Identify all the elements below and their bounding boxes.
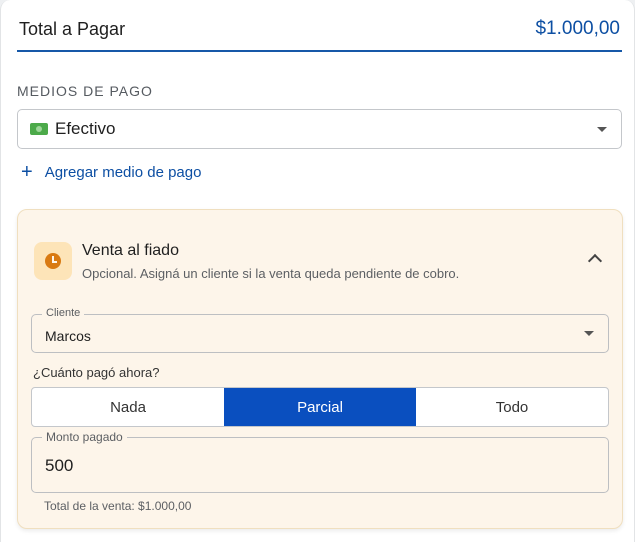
client-select[interactable]: Cliente Marcos — [31, 307, 609, 353]
fiado-subtitle: Opcional. Asigná un cliente si la venta … — [82, 266, 460, 281]
payment-methods-title: MEDIOS DE PAGO — [17, 83, 153, 99]
plus-icon: + — [21, 161, 33, 183]
clock-icon — [45, 253, 61, 269]
total-amount: $1.000,00 — [535, 18, 620, 39]
payment-question: ¿Cuánto pagó ahora? — [33, 365, 160, 380]
fiado-section: Venta al fiado Opcional. Asigná un clien… — [17, 209, 623, 529]
amount-paid-field[interactable]: Monto pagado 500 — [31, 430, 609, 493]
dropdown-arrow-icon — [597, 127, 607, 132]
toggle-option-nada[interactable]: Nada — [32, 388, 224, 426]
payment-amount-toggle: Nada Parcial Todo — [31, 387, 609, 427]
client-label: Cliente — [42, 307, 85, 319]
clock-icon-container — [34, 242, 72, 280]
add-payment-method-button[interactable]: + Agregar medio de pago — [21, 162, 201, 182]
sale-total-helper: Total de la venta: $1.000,00 — [44, 499, 192, 513]
money-bill-icon — [30, 123, 48, 135]
client-value: Marcos — [45, 328, 91, 344]
total-row: Total a Pagar $1.000,00 — [17, 14, 622, 52]
toggle-option-parcial[interactable]: Parcial — [224, 388, 416, 426]
toggle-option-todo[interactable]: Todo — [416, 388, 608, 426]
amount-paid-label: Monto pagado — [42, 430, 127, 444]
payment-card: Total a Pagar $1.000,00 MEDIOS DE PAGO E… — [0, 0, 635, 542]
fiado-title: Venta al fiado — [82, 242, 179, 259]
payment-method-value: Efectivo — [55, 119, 116, 138]
payment-method-select[interactable]: Efectivo — [17, 109, 622, 149]
collapse-chevron-icon[interactable] — [587, 253, 603, 269]
dropdown-arrow-icon — [584, 331, 594, 336]
total-label: Total a Pagar — [19, 18, 126, 39]
add-payment-method-label: Agregar medio de pago — [44, 163, 202, 181]
amount-paid-input[interactable]: 500 — [45, 456, 73, 476]
